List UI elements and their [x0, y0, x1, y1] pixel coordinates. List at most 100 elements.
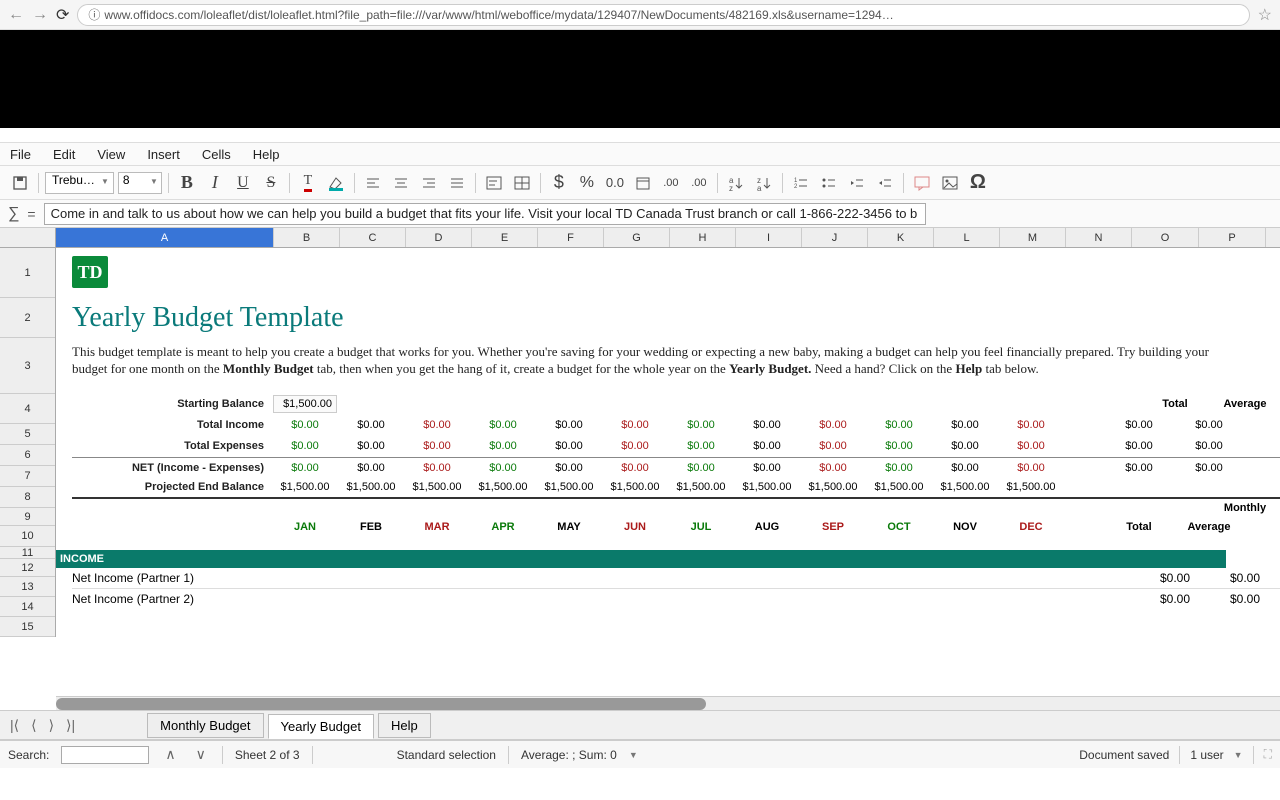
col-P[interactable]: P: [1199, 228, 1266, 247]
outdent-icon[interactable]: [845, 171, 869, 195]
italic-icon[interactable]: I: [203, 171, 227, 195]
col-B[interactable]: B: [274, 228, 340, 247]
cells-area[interactable]: TD Yearly Budget Template This budget te…: [56, 248, 1280, 637]
col-M[interactable]: M: [1000, 228, 1066, 247]
merge-icon[interactable]: [510, 171, 534, 195]
number-icon[interactable]: 0.0: [603, 171, 627, 195]
net-income-2: Net Income (Partner 2): [72, 592, 272, 606]
zoom-icon[interactable]: ⛶: [1264, 747, 1272, 762]
search-input[interactable]: [61, 746, 149, 764]
align-justify-icon[interactable]: [445, 171, 469, 195]
font-color-icon[interactable]: T: [296, 171, 320, 195]
row-15[interactable]: 15: [0, 617, 55, 637]
currency-icon[interactable]: $: [547, 171, 571, 195]
row-4[interactable]: 4: [0, 394, 55, 424]
align-right-icon[interactable]: [417, 171, 441, 195]
back-button[interactable]: ←: [8, 6, 24, 24]
col-G[interactable]: G: [604, 228, 670, 247]
size-select[interactable]: 8: [118, 172, 162, 194]
aggregate-display: Average: ; Sum: 0: [521, 748, 617, 762]
url-bar[interactable]: ⓘ www.offidocs.com/loleaflet/dist/loleaf…: [77, 4, 1249, 26]
col-N[interactable]: N: [1066, 228, 1132, 247]
list-bullet-icon[interactable]: [817, 171, 841, 195]
menu-edit[interactable]: Edit: [53, 147, 75, 162]
bold-icon[interactable]: B: [175, 171, 199, 195]
tab-last-icon[interactable]: ⟩|: [62, 717, 79, 734]
search-next-icon[interactable]: ∨: [192, 746, 210, 763]
row-8[interactable]: 8: [0, 487, 55, 508]
col-A[interactable]: A: [56, 228, 274, 247]
col-O[interactable]: O: [1132, 228, 1199, 247]
col-K[interactable]: K: [868, 228, 934, 247]
wrap-icon[interactable]: [482, 171, 506, 195]
row-5[interactable]: 5: [0, 424, 55, 445]
omega-icon[interactable]: Ω: [966, 171, 990, 195]
forward-button[interactable]: →: [32, 6, 48, 24]
sort-asc-icon[interactable]: az: [724, 171, 748, 195]
font-select[interactable]: Trebu…: [45, 172, 114, 194]
tab-monthly-budget[interactable]: Monthly Budget: [147, 713, 263, 738]
col-D[interactable]: D: [406, 228, 472, 247]
row-6[interactable]: 6: [0, 445, 55, 466]
strike-icon[interactable]: S: [259, 171, 283, 195]
sort-desc-icon[interactable]: za: [752, 171, 776, 195]
toolbar: Trebu… 8 B I U S T $ % 0.0 .00 .00 az za…: [0, 166, 1280, 200]
col-F[interactable]: F: [538, 228, 604, 247]
starting-balance-value[interactable]: $1,500.00: [273, 395, 337, 413]
search-prev-icon[interactable]: ∧: [161, 746, 179, 763]
bg-color-icon[interactable]: [324, 171, 348, 195]
row-11[interactable]: 11: [0, 547, 55, 559]
underline-icon[interactable]: U: [231, 171, 255, 195]
comment-icon[interactable]: [910, 171, 934, 195]
row-7[interactable]: 7: [0, 466, 55, 487]
percent-icon[interactable]: %: [575, 171, 599, 195]
row-1[interactable]: 1: [0, 248, 55, 298]
reload-button[interactable]: ⟳: [56, 5, 69, 25]
list-number-icon[interactable]: 12: [789, 171, 813, 195]
menu-insert[interactable]: Insert: [147, 147, 180, 162]
tab-prev-icon[interactable]: ⟨: [27, 717, 40, 734]
info-icon: ⓘ: [88, 6, 100, 23]
row-headers: 123456789101112131415: [0, 248, 56, 637]
col-I[interactable]: I: [736, 228, 802, 247]
tab-help[interactable]: Help: [378, 713, 431, 738]
corner-cell[interactable]: [0, 228, 56, 247]
align-center-icon[interactable]: [389, 171, 413, 195]
tab-next-icon[interactable]: ⟩: [45, 717, 58, 734]
col-H[interactable]: H: [670, 228, 736, 247]
col-J[interactable]: J: [802, 228, 868, 247]
col-L[interactable]: L: [934, 228, 1000, 247]
save-icon[interactable]: [8, 171, 32, 195]
image-icon[interactable]: [938, 171, 962, 195]
status-bar: Search: ∧ ∨ Sheet 2 of 3 Standard select…: [0, 740, 1280, 768]
sigma-icon[interactable]: ∑: [8, 205, 19, 223]
spreadsheet: A B C D E F G H I J K L M N O P 12345678…: [0, 228, 1280, 710]
row-12[interactable]: 12: [0, 559, 55, 577]
menu-bar: File Edit View Insert Cells Help: [0, 142, 1280, 166]
indent-icon[interactable]: [873, 171, 897, 195]
tab-first-icon[interactable]: |⟨: [6, 717, 23, 734]
row-13[interactable]: 13: [0, 577, 55, 597]
star-icon[interactable]: ☆: [1258, 5, 1272, 25]
col-C[interactable]: C: [340, 228, 406, 247]
menu-file[interactable]: File: [10, 147, 31, 162]
row-14[interactable]: 14: [0, 597, 55, 617]
dec-decimal-icon[interactable]: .00: [687, 171, 711, 195]
inc-decimal-icon[interactable]: .00: [659, 171, 683, 195]
page-title: Yearly Budget Template: [72, 302, 1280, 334]
row-2[interactable]: 2: [0, 298, 55, 338]
formula-input[interactable]: Come in and talk to us about how we can …: [44, 203, 926, 225]
align-left-icon[interactable]: [361, 171, 385, 195]
row-10[interactable]: 10: [0, 526, 55, 547]
menu-cells[interactable]: Cells: [202, 147, 231, 162]
menu-help[interactable]: Help: [253, 147, 280, 162]
row-3[interactable]: 3: [0, 338, 55, 394]
selection-mode: Standard selection: [397, 748, 496, 762]
row-9[interactable]: 9: [0, 508, 55, 526]
menu-view[interactable]: View: [97, 147, 125, 162]
date-icon[interactable]: [631, 171, 655, 195]
equals-icon[interactable]: =: [27, 206, 35, 222]
horizontal-scrollbar[interactable]: [56, 696, 1280, 710]
col-E[interactable]: E: [472, 228, 538, 247]
tab-yearly-budget[interactable]: Yearly Budget: [268, 714, 374, 739]
